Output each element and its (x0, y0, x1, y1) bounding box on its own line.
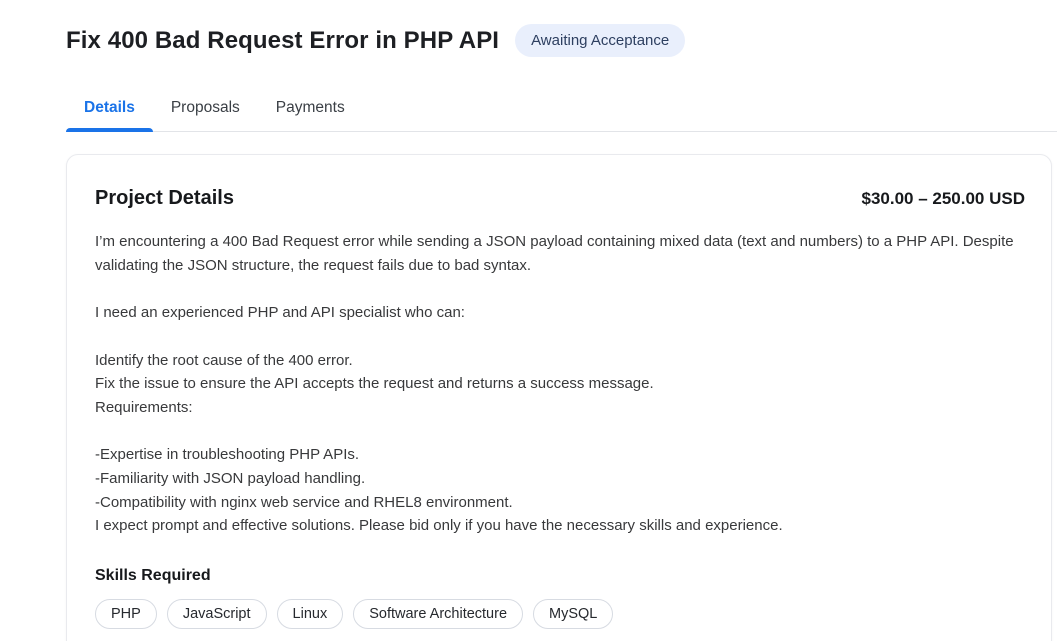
tab-bar: Details Proposals Payments (66, 89, 1057, 132)
skills-required-title: Skills Required (95, 567, 1025, 585)
skill-chip[interactable]: Software Architecture (353, 599, 523, 629)
tab-payments[interactable]: Payments (258, 89, 363, 131)
budget-range: $30.00 – 250.00 USD (861, 189, 1025, 209)
status-badge: Awaiting Acceptance (515, 24, 685, 57)
tab-details[interactable]: Details (66, 89, 153, 131)
project-details-card: Project Details $30.00 – 250.00 USD I’m … (66, 154, 1052, 641)
tabs: Details Proposals Payments (66, 89, 1057, 131)
skill-chip[interactable]: JavaScript (167, 599, 267, 629)
skill-chip[interactable]: MySQL (533, 599, 613, 629)
page-header: Fix 400 Bad Request Error in PHP API Awa… (0, 0, 1057, 57)
title-row: Fix 400 Bad Request Error in PHP API Awa… (66, 24, 1057, 57)
tab-proposals[interactable]: Proposals (153, 89, 258, 131)
page-title: Fix 400 Bad Request Error in PHP API (66, 27, 499, 55)
skills-list: PHP JavaScript Linux Software Architectu… (95, 599, 1025, 629)
skill-chip[interactable]: PHP (95, 599, 157, 629)
project-description: I’m encountering a 400 Bad Request error… (95, 230, 1025, 538)
card-header: Project Details $30.00 – 250.00 USD (95, 187, 1025, 210)
skill-chip[interactable]: Linux (277, 599, 344, 629)
section-title: Project Details (95, 187, 234, 210)
